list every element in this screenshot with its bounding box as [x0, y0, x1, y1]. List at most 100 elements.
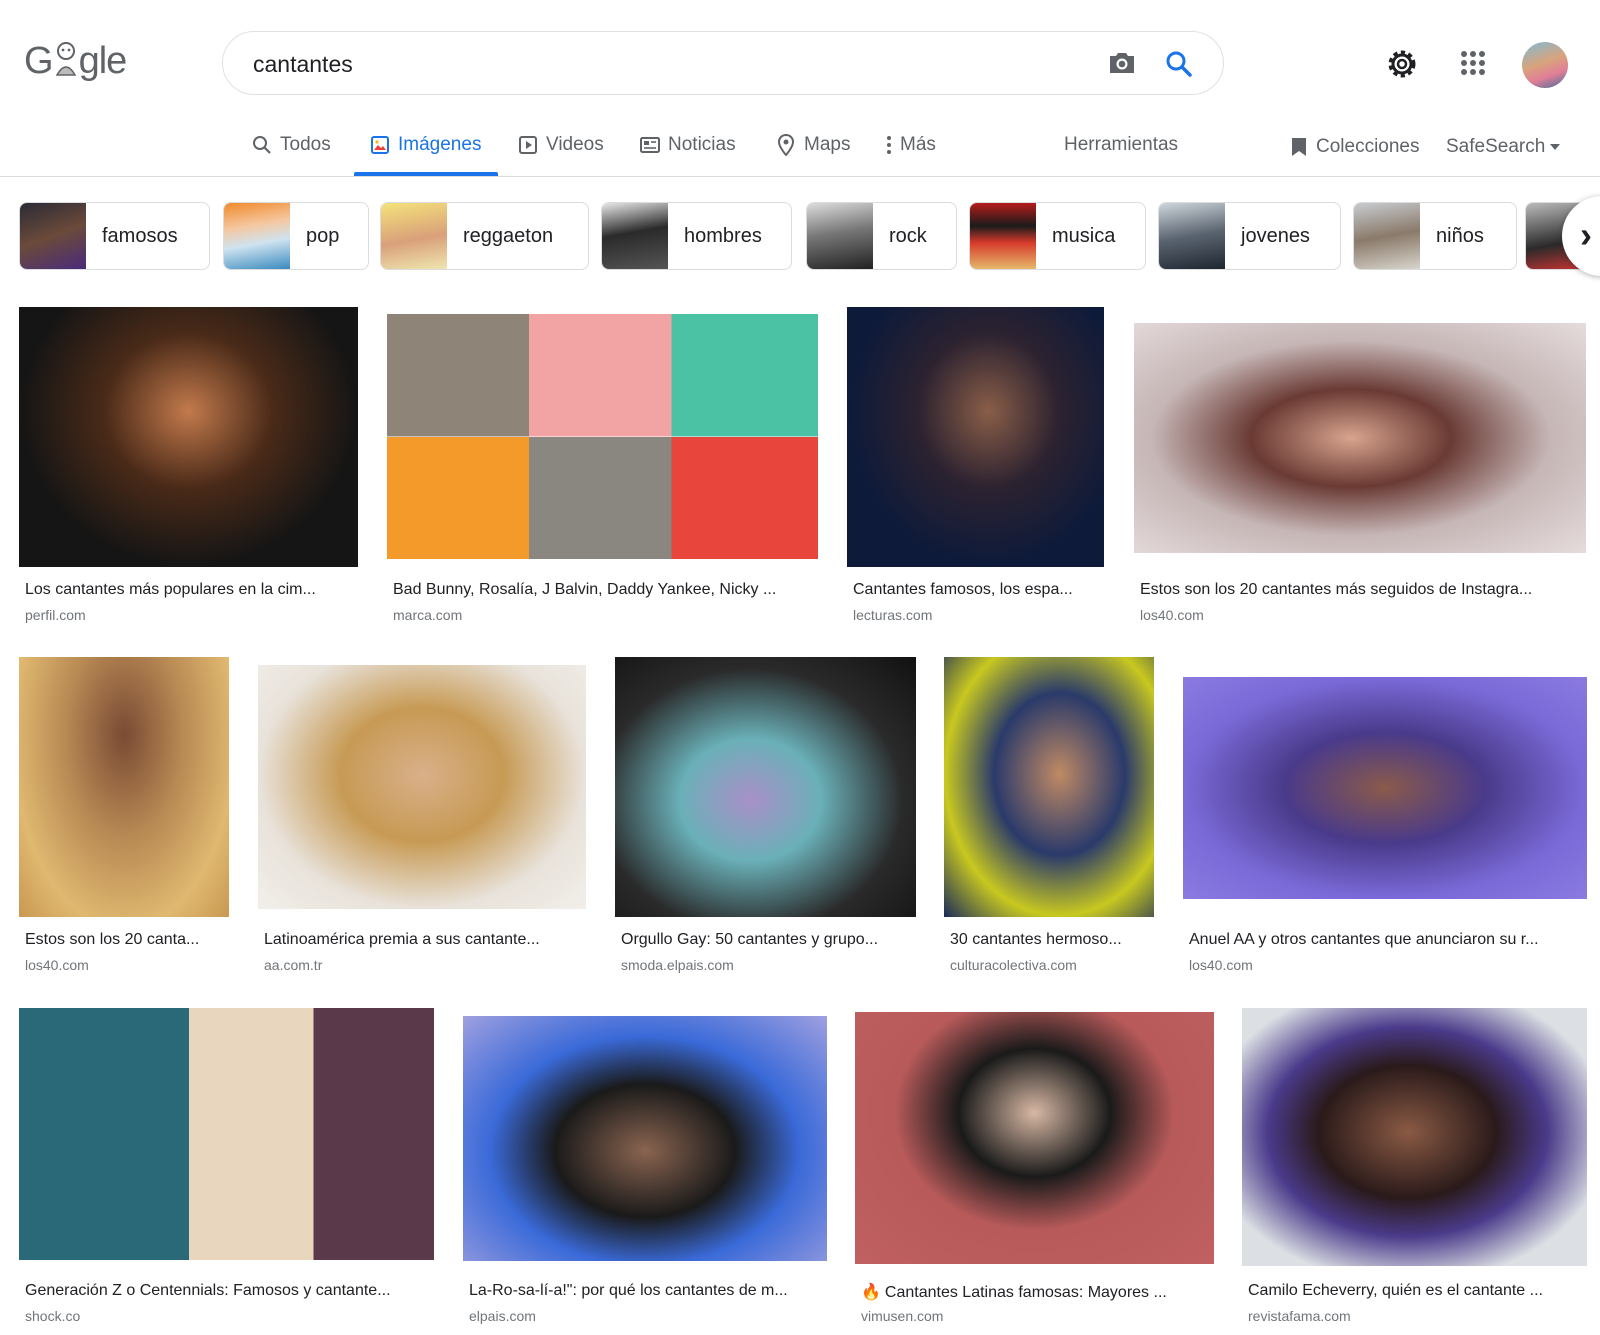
image-result[interactable]: Orgullo Gay: 50 cantantes y grupo... smo… — [615, 657, 917, 973]
tools-button[interactable]: Herramientas — [1064, 130, 1178, 160]
result-image[interactable] — [855, 1012, 1214, 1264]
result-image[interactable] — [258, 665, 586, 909]
result-image[interactable] — [1134, 323, 1586, 553]
result-site: lecturas.com — [853, 607, 933, 623]
result-site: los40.com — [1140, 607, 1204, 623]
settings-gear-icon[interactable] — [1386, 48, 1418, 85]
chip-rock[interactable]: rock — [806, 202, 957, 270]
chip-label: niños — [1436, 224, 1484, 247]
result-title[interactable]: La-Ro-sa-lí-a!": por qué los cantantes d… — [469, 1282, 827, 1300]
result-image[interactable] — [1183, 677, 1587, 899]
result-image[interactable] — [19, 1008, 434, 1260]
chip-ninos[interactable]: niños — [1353, 202, 1517, 270]
result-site: los40.com — [25, 957, 89, 973]
tab-todos[interactable]: Todos — [252, 130, 331, 160]
result-site: culturacolectiva.com — [950, 957, 1077, 973]
bookmark-icon — [1292, 138, 1306, 156]
result-site: marca.com — [393, 607, 463, 623]
safesearch-dropdown[interactable]: SafeSearch — [1446, 132, 1561, 162]
chip-musica[interactable]: musica — [969, 202, 1146, 270]
safesearch-label: SafeSearch — [1446, 136, 1546, 157]
result-site: smoda.elpais.com — [621, 957, 734, 973]
collections-button[interactable]: Colecciones — [1290, 132, 1420, 162]
news-icon — [640, 137, 660, 153]
chip-thumbnail — [1354, 203, 1420, 269]
more-vert-icon — [887, 136, 891, 154]
chip-label: hombres — [684, 224, 762, 247]
apps-grid-icon[interactable] — [1460, 50, 1486, 81]
result-image[interactable] — [615, 657, 916, 917]
result-title[interactable]: Camilo Echeverry, quién es el cantante .… — [1248, 1282, 1588, 1300]
result-title[interactable]: Latinoamérica premia a sus cantante... — [264, 931, 588, 949]
result-title[interactable]: Los cantantes más populares en la cim... — [25, 581, 359, 599]
chip-hombres[interactable]: hombres — [601, 202, 792, 270]
camera-icon[interactable] — [1107, 50, 1137, 81]
chip-jovenes[interactable]: jovenes — [1158, 202, 1341, 270]
result-site: shock.co — [25, 1308, 81, 1324]
chip-famosos[interactable]: famosos — [19, 202, 210, 270]
tab-maps[interactable]: Maps — [776, 130, 850, 160]
chip-label: musica — [1052, 224, 1116, 247]
tab-imagenes[interactable]: Imágenes — [370, 130, 481, 160]
image-result[interactable]: Camilo Echeverry, quién es el cantante .… — [1242, 1008, 1587, 1324]
chip-thumbnail — [602, 203, 668, 269]
search-icon — [253, 136, 271, 154]
result-image[interactable] — [19, 657, 229, 917]
image-result[interactable]: Generación Z o Centennials: Famosos y ca… — [19, 1008, 435, 1324]
result-image[interactable] — [1242, 1008, 1587, 1266]
result-image[interactable] — [463, 1016, 827, 1261]
tab-videos[interactable]: Videos — [518, 130, 604, 160]
chevron-right-icon: › — [1580, 214, 1592, 255]
result-title[interactable]: Estos son los 20 cantantes más seguidos … — [1140, 581, 1586, 599]
result-image[interactable] — [387, 314, 818, 559]
tab-mas[interactable]: Más — [886, 130, 936, 160]
collections-label: Colecciones — [1316, 136, 1420, 157]
image-result[interactable]: Anuel AA y otros cantantes que anunciaro… — [1183, 657, 1587, 973]
image-result[interactable]: Cantantes famosos, los espa... lecturas.… — [847, 307, 1107, 623]
image-result[interactable]: 🔥 Cantantes Latinas famosas: Mayores ... … — [855, 1008, 1215, 1324]
chip-thumbnail — [807, 203, 873, 269]
image-result[interactable]: Bad Bunny, Rosalía, J Balvin, Daddy Yank… — [387, 307, 818, 623]
result-title[interactable]: Anuel AA y otros cantantes que anunciaro… — [1189, 931, 1587, 949]
tab-noticias[interactable]: Noticias — [640, 130, 736, 160]
chip-label: reggaeton — [463, 224, 554, 247]
fire-icon: 🔥 — [861, 1284, 881, 1301]
image-result[interactable]: La-Ro-sa-lí-a!": por qué los cantantes d… — [463, 1008, 828, 1324]
result-image[interactable] — [19, 307, 358, 567]
tab-label: Imágenes — [398, 134, 482, 155]
result-title[interactable]: Bad Bunny, Rosalía, J Balvin, Daddy Yank… — [393, 581, 817, 599]
image-result[interactable]: Estos son los 20 cantantes más seguidos … — [1134, 307, 1586, 623]
tab-label: Más — [900, 134, 936, 155]
account-avatar[interactable] — [1522, 42, 1568, 88]
chip-label: jovenes — [1241, 224, 1310, 247]
caret-down-icon — [1550, 144, 1561, 150]
result-image[interactable] — [944, 657, 1154, 917]
result-image[interactable] — [847, 307, 1104, 567]
chip-thumbnail — [381, 203, 447, 269]
image-result[interactable]: 30 cantantes hermoso... culturacolectiva… — [944, 657, 1156, 973]
result-site: vimusen.com — [861, 1308, 944, 1324]
result-title[interactable]: 30 cantantes hermoso... — [950, 931, 1155, 949]
chip-thumbnail — [1159, 203, 1225, 269]
play-icon — [519, 136, 537, 154]
result-title[interactable]: Estos son los 20 canta... — [25, 931, 230, 949]
chip-reggaeton[interactable]: reggaeton — [380, 202, 589, 270]
chip-label: famosos — [102, 224, 178, 247]
search-bar — [222, 31, 1224, 95]
map-pin-icon — [777, 134, 795, 156]
image-result[interactable]: Los cantantes más populares en la cim...… — [19, 307, 359, 623]
result-title[interactable]: Generación Z o Centennials: Famosos y ca… — [25, 1282, 435, 1300]
chip-thumbnail — [224, 203, 290, 269]
tab-label: Todos — [280, 134, 331, 155]
chip-pop[interactable]: pop — [223, 202, 369, 270]
search-icon[interactable] — [1165, 50, 1193, 83]
result-title[interactable]: Orgullo Gay: 50 cantantes y grupo... — [621, 931, 917, 949]
image-result[interactable]: Estos son los 20 canta... los40.com — [19, 657, 230, 973]
image-result[interactable]: Latinoamérica premia a sus cantante... a… — [258, 657, 588, 973]
result-title[interactable]: Cantantes famosos, los espa... — [853, 581, 1105, 599]
result-title[interactable]: 🔥 Cantantes Latinas famosas: Mayores ... — [861, 1282, 1215, 1302]
search-input[interactable] — [253, 50, 1053, 78]
result-site: elpais.com — [469, 1308, 536, 1324]
google-logo[interactable]: Ggle — [24, 40, 144, 90]
result-title-text: Cantantes Latinas famosas: Mayores ... — [884, 1284, 1167, 1301]
